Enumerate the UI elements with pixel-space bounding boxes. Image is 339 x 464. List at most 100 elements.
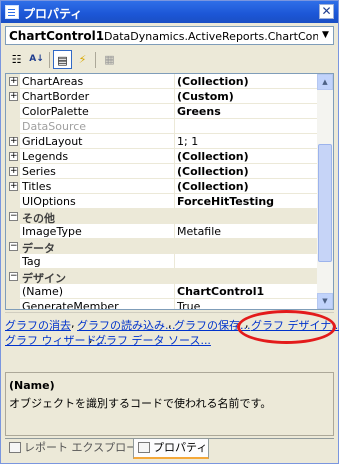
column-divider[interactable]	[174, 134, 175, 148]
properties-icon[interactable]: ▤	[53, 50, 72, 69]
category-design[interactable]: − デザイン	[6, 269, 319, 285]
row-gutter	[6, 194, 20, 208]
tab-report-explorer[interactable]: レポート エクスプローラ	[5, 439, 148, 459]
property-row-chartborder[interactable]: + ChartBorder (Custom)	[6, 89, 319, 104]
collapse-icon[interactable]: −	[9, 272, 18, 281]
expand-icon[interactable]: +	[9, 137, 18, 146]
row-gutter	[6, 224, 20, 238]
row-gutter	[6, 119, 20, 133]
property-value[interactable]: (Collection)	[177, 150, 317, 163]
verb-separator: ,	[168, 317, 172, 330]
column-divider[interactable]	[174, 284, 175, 298]
collapse-icon[interactable]: −	[9, 242, 18, 251]
property-pages-icon[interactable]: ▦	[100, 50, 119, 69]
property-value[interactable]: True	[177, 300, 317, 309]
property-value[interactable]: ForceHitTesting	[177, 195, 317, 208]
scroll-thumb[interactable]	[318, 144, 332, 262]
property-value[interactable]: ChartControl1	[177, 285, 317, 298]
category-other[interactable]: − その他	[6, 209, 319, 225]
property-row-datasource[interactable]: DataSource	[6, 119, 319, 134]
row-gutter	[6, 104, 20, 118]
chart-datasource-link[interactable]: グラフ データ ソース...	[95, 332, 211, 348]
property-value[interactable]: (Collection)	[177, 180, 317, 193]
category-data[interactable]: − データ	[6, 239, 319, 255]
description-title: (Name)	[9, 379, 55, 392]
property-row-titles[interactable]: + Titles (Collection)	[6, 179, 319, 194]
property-row-generatemember[interactable]: GenerateMember True	[6, 299, 319, 310]
property-name: Titles	[22, 180, 52, 193]
tab-properties[interactable]: プロパティ	[133, 439, 209, 459]
property-row-gridlayout[interactable]: + GridLayout 1; 1	[6, 134, 319, 149]
property-value[interactable]: (Collection)	[177, 165, 317, 178]
tab-label: プロパティ	[153, 441, 208, 454]
property-name: ChartBorder	[22, 90, 90, 103]
clear-chart-link[interactable]: グラフの消去	[5, 317, 71, 333]
column-divider[interactable]	[174, 179, 175, 193]
property-value[interactable]: Greens	[177, 105, 317, 118]
property-name: GridLayout	[22, 135, 83, 148]
expand-icon[interactable]: +	[9, 182, 18, 191]
property-row-chartareas[interactable]: + ChartAreas (Collection)	[6, 74, 319, 89]
toolbar-separator	[95, 52, 96, 68]
scroll-down-icon[interactable]: ▼	[317, 293, 333, 309]
property-value[interactable]: 1; 1	[177, 135, 317, 148]
object-selector[interactable]: ChartControl1 DataDynamics.ActiveReports…	[5, 26, 334, 45]
window-title: プロパティ	[23, 7, 83, 21]
events-lightning-icon[interactable]: ⚡	[73, 50, 92, 69]
column-divider[interactable]	[174, 89, 175, 103]
column-divider[interactable]	[174, 149, 175, 163]
property-toolbar: ☷ A↓ ▤ ⚡ ▦	[5, 49, 334, 71]
property-name: Tag	[22, 255, 41, 268]
expand-icon[interactable]: +	[9, 77, 18, 86]
verb-separator: ,	[71, 317, 75, 330]
expand-icon[interactable]: +	[9, 92, 18, 101]
property-name: ImageType	[22, 225, 82, 238]
alphabetical-icon[interactable]: A↓	[27, 50, 46, 69]
property-name: Legends	[22, 150, 69, 163]
collapse-icon[interactable]: −	[9, 212, 18, 221]
row-gutter	[6, 299, 20, 309]
property-name: DataSource	[22, 120, 87, 133]
description-panel: (Name) オブジェクトを識別するコードで使われる名前です。	[5, 372, 334, 436]
chevron-down-icon[interactable]: ▼	[318, 27, 333, 44]
column-divider[interactable]	[174, 119, 175, 133]
column-divider[interactable]	[174, 74, 175, 88]
categorized-icon[interactable]: ☷	[7, 50, 26, 69]
property-row-series[interactable]: + Series (Collection)	[6, 164, 319, 179]
toolbar-separator	[49, 52, 50, 68]
load-chart-link[interactable]: グラフの読み込み...	[77, 317, 176, 333]
column-divider[interactable]	[174, 104, 175, 118]
property-row-colorpalette[interactable]: ColorPalette Greens	[6, 104, 319, 119]
tab-label: レポート エクスプローラ	[24, 441, 149, 454]
title-bar[interactable]: プロパティ ✕	[1, 1, 338, 23]
expand-icon[interactable]: +	[9, 152, 18, 161]
close-button[interactable]: ✕	[319, 4, 334, 19]
property-row-uioptions[interactable]: UIOptions ForceHitTesting	[6, 194, 319, 209]
panel-tabs: レポート エクスプローラ プロパティ	[5, 438, 334, 461]
property-name: ColorPalette	[22, 105, 89, 118]
property-name: Series	[22, 165, 56, 178]
object-name: ChartControl1	[9, 29, 105, 43]
property-value[interactable]: (Custom)	[177, 90, 317, 103]
verb-separator: ,	[89, 332, 93, 345]
scroll-up-icon[interactable]: ▲	[317, 74, 333, 90]
property-name: GenerateMember	[22, 300, 119, 310]
property-name: UIOptions	[22, 195, 76, 208]
column-divider[interactable]	[174, 299, 175, 309]
property-row-tag[interactable]: Tag	[6, 254, 319, 269]
report-explorer-icon	[9, 442, 21, 453]
vertical-scrollbar[interactable]: ▲ ▼	[317, 74, 333, 309]
property-row-legends[interactable]: + Legends (Collection)	[6, 149, 319, 164]
property-value[interactable]: Metafile	[177, 225, 317, 238]
expand-icon[interactable]: +	[9, 167, 18, 176]
object-type: DataDynamics.ActiveReports.ChartControl	[104, 30, 334, 43]
properties-window-icon	[5, 5, 19, 19]
property-value[interactable]: (Collection)	[177, 75, 317, 88]
column-divider[interactable]	[174, 254, 175, 268]
column-divider[interactable]	[174, 164, 175, 178]
column-divider[interactable]	[174, 224, 175, 238]
property-row-imagetype[interactable]: ImageType Metafile	[6, 224, 319, 239]
properties-window: プロパティ ✕ ChartControl1 DataDynamics.Activ…	[0, 0, 339, 464]
column-divider[interactable]	[174, 194, 175, 208]
property-row-name[interactable]: (Name) ChartControl1	[6, 284, 319, 299]
